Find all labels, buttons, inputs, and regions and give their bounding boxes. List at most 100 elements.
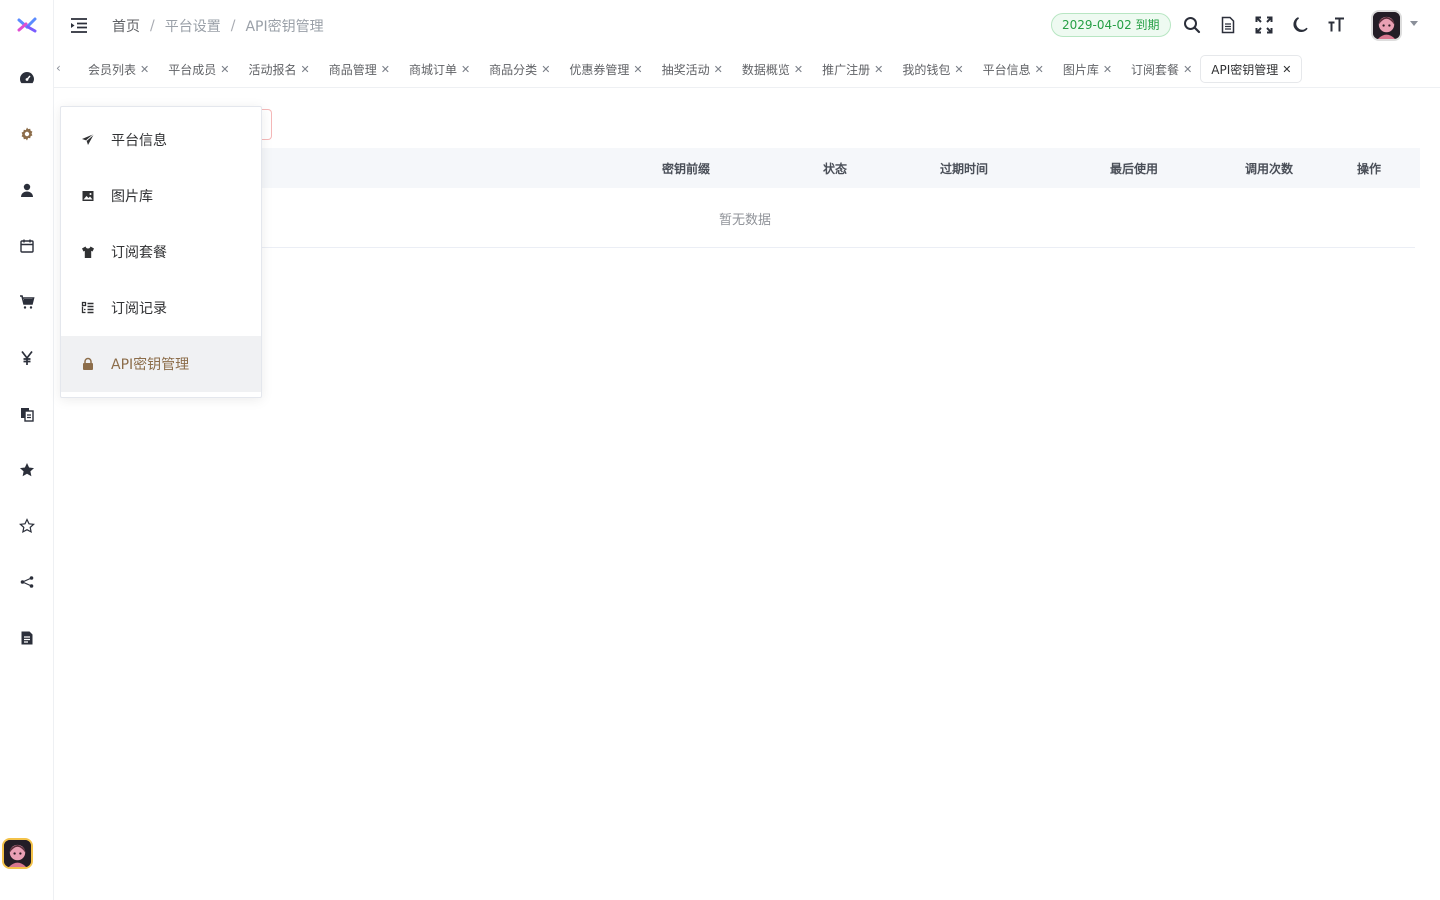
tab-close-icon[interactable]: ✕ [1103, 63, 1112, 76]
tab-label: 活动报名 [248, 62, 297, 77]
flyout-item[interactable]: API密钥管理 [61, 336, 261, 392]
tab-item[interactable]: 商城订单 ✕ [399, 56, 479, 82]
shirt-icon [81, 245, 95, 259]
tab-item[interactable]: 我的钱包 ✕ [892, 56, 972, 82]
empty-state-text: 暂无数据 [719, 213, 772, 228]
breadcrumb-home[interactable]: 首页 [112, 16, 140, 36]
tab-close-icon[interactable]: ✕ [541, 63, 550, 76]
cart-icon[interactable] [17, 292, 37, 312]
tab-close-icon[interactable]: ✕ [714, 63, 723, 76]
star-icon[interactable] [17, 460, 37, 480]
column-expiry-time: 过期时间 [940, 162, 989, 176]
api-key-table: 密钥前缀 状态 过期时间 最后使用 调用次数 操作 暂无数据 [74, 148, 1420, 248]
tab-label: 商品分类 [489, 62, 538, 77]
user-icon[interactable] [17, 180, 37, 200]
tab-close-icon[interactable]: ✕ [461, 63, 470, 76]
lock-icon [81, 357, 95, 371]
tab-label: 商城订单 [408, 62, 457, 77]
tab-label: 抽奖活动 [661, 62, 710, 77]
user-menu-caret-icon[interactable] [1410, 21, 1418, 26]
column-status: 状态 [823, 162, 848, 176]
flyout-item[interactable]: 订阅记录 [61, 280, 261, 336]
image-icon [81, 189, 95, 203]
tab-label: 优惠券管理 [569, 62, 630, 77]
tab-close-icon[interactable]: ✕ [220, 63, 229, 76]
tab-close-icon[interactable]: ✕ [140, 63, 149, 76]
tab-label: 商品管理 [328, 62, 377, 77]
flyout-item-label: API密钥管理 [111, 357, 190, 373]
tab-item[interactable]: 数据概览 ✕ [732, 56, 812, 82]
font-size-icon[interactable] [1326, 15, 1346, 35]
column-key-prefix: 密钥前缀 [662, 162, 711, 176]
column-last-used: 最后使用 [1110, 162, 1159, 176]
tab-item[interactable]: 商品管理 ✕ [319, 56, 399, 82]
top-header: 首页 / 平台设置 / API密钥管理 2029-04-02 到期 [54, 0, 1440, 50]
yen-icon[interactable] [17, 348, 37, 368]
tab-label: 平台信息 [982, 62, 1031, 77]
tab-label: 平台成员 [168, 62, 217, 77]
tab-item[interactable]: API密钥管理 ✕ [1201, 56, 1301, 82]
expiry-badge: 2029-04-02 到期 [1051, 13, 1171, 37]
tab-item[interactable]: 优惠券管理 ✕ [559, 56, 651, 82]
flyout-item[interactable]: 平台信息 [61, 112, 261, 168]
tabs-bar: ‹ 会员列表 ✕ 平台成员 ✕ 活动报名 ✕ 商品管理 ✕ 商城订单 ✕ 商品分类 ✕ 优惠券管理 ✕ 抽奖… [54, 50, 1440, 88]
column-call-count: 调用次数 [1245, 162, 1294, 176]
tab-item[interactable]: 平台信息 ✕ [973, 56, 1053, 82]
tab-label: 会员列表 [88, 62, 137, 77]
document-icon[interactable] [1218, 15, 1238, 35]
breadcrumb-current: API密钥管理 [245, 19, 324, 35]
tab-close-icon[interactable]: ✕ [1183, 63, 1192, 76]
tab-close-icon[interactable]: ✕ [1035, 63, 1044, 76]
tab-close-icon[interactable]: ✕ [300, 63, 309, 76]
dark-mode-icon[interactable] [1290, 15, 1310, 35]
tab-label: 我的钱包 [902, 62, 951, 77]
tab-item[interactable]: 推广注册 ✕ [812, 56, 892, 82]
table-header: 密钥前缀 状态 过期时间 最后使用 调用次数 操作 [74, 148, 1420, 188]
gear-icon[interactable] [17, 124, 37, 144]
share-icon[interactable] [17, 572, 37, 592]
star-outline-icon[interactable] [17, 516, 37, 536]
send-icon [81, 133, 95, 147]
flyout-item-label: 图片库 [111, 189, 153, 205]
copy-icon[interactable] [17, 404, 37, 424]
sidebar-avatar[interactable] [2, 838, 33, 869]
search-icon[interactable] [1182, 15, 1202, 35]
breadcrumb: 首页 / 平台设置 / API密钥管理 [112, 16, 324, 36]
tab-close-icon[interactable]: ✕ [633, 63, 642, 76]
tabs-scroll-left-icon[interactable]: ‹ [56, 61, 61, 75]
tab-close-icon[interactable]: ✕ [381, 63, 390, 76]
menu-fold-icon[interactable] [69, 15, 89, 35]
logo-icon[interactable] [15, 13, 39, 37]
tab-close-icon[interactable]: ✕ [1282, 63, 1291, 76]
tab-item[interactable]: 商品分类 ✕ [479, 56, 559, 82]
tabs-list: 会员列表 ✕ 平台成员 ✕ 活动报名 ✕ 商品管理 ✕ 商城订单 ✕ 商品分类 ✕ 优惠券管理 ✕ 抽奖活动… [78, 56, 1301, 82]
flyout-item-label: 订阅套餐 [111, 245, 167, 261]
dashboard-icon[interactable] [17, 68, 37, 88]
settings-flyout-menu: 平台信息图片库订阅套餐订阅记录 API密钥管理 [60, 106, 262, 398]
breadcrumb-separator: / [230, 18, 236, 34]
tab-item[interactable]: 活动报名 ✕ [238, 56, 318, 82]
breadcrumb-platform-settings: 平台设置 [164, 19, 221, 35]
sidebar [0, 0, 54, 900]
fullscreen-icon[interactable] [1254, 15, 1274, 35]
tab-close-icon[interactable]: ✕ [874, 63, 883, 76]
tab-item[interactable]: 抽奖活动 ✕ [652, 56, 732, 82]
tab-label: 订阅套餐 [1131, 62, 1180, 77]
flyout-item-label: 订阅记录 [111, 301, 167, 317]
tab-label: 推广注册 [822, 62, 871, 77]
flyout-item-label: 平台信息 [111, 133, 167, 149]
user-avatar[interactable] [1371, 10, 1402, 41]
tab-label: API密钥管理 [1211, 62, 1279, 77]
tab-close-icon[interactable]: ✕ [954, 63, 963, 76]
list-icon [81, 301, 95, 315]
tab-item[interactable]: 订阅套餐 ✕ [1121, 56, 1201, 82]
tab-close-icon[interactable]: ✕ [794, 63, 803, 76]
calendar-icon[interactable] [17, 236, 37, 256]
flyout-item[interactable]: 图片库 [61, 168, 261, 224]
document-icon[interactable] [17, 628, 37, 648]
breadcrumb-separator: / [150, 18, 155, 34]
tab-item[interactable]: 平台成员 ✕ [158, 56, 238, 82]
tab-item[interactable]: 会员列表 ✕ [78, 56, 158, 82]
tab-item[interactable]: 图片库 ✕ [1053, 56, 1121, 82]
flyout-item[interactable]: 订阅套餐 [61, 224, 261, 280]
